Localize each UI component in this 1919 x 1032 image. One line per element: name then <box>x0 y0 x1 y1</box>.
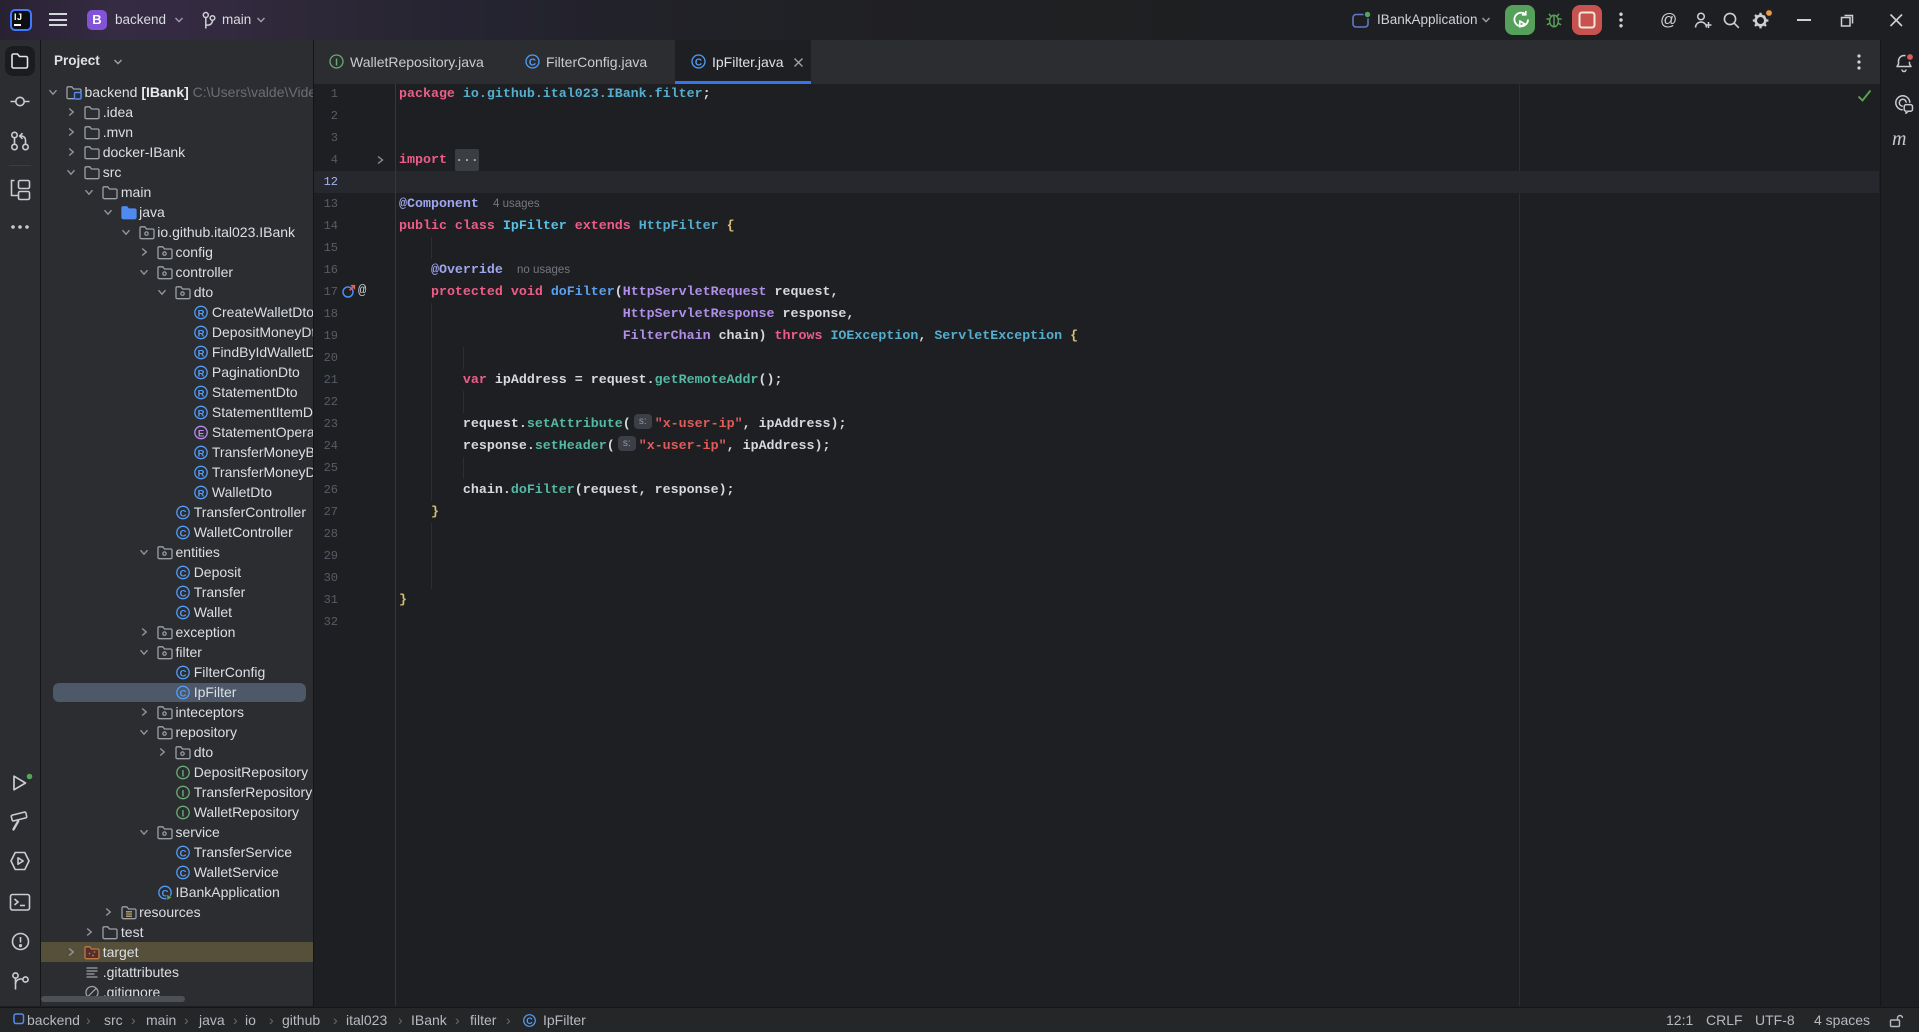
svg-text:C: C <box>180 688 187 699</box>
svg-text:I: I <box>335 57 338 68</box>
svg-text:R: R <box>198 348 205 359</box>
svg-text:C: C <box>180 668 187 679</box>
svg-text:R: R <box>198 388 205 399</box>
svg-text:I: I <box>182 768 185 779</box>
svg-text:E: E <box>198 428 204 439</box>
svg-text:C: C <box>695 57 702 68</box>
svg-text:C: C <box>529 57 536 68</box>
svg-text:C: C <box>180 868 187 879</box>
svg-text:R: R <box>198 308 205 319</box>
svg-text:C: C <box>180 568 187 579</box>
svg-text:R: R <box>198 448 205 459</box>
svg-text:C: C <box>180 608 187 619</box>
svg-text:R: R <box>198 408 205 419</box>
svg-text:C: C <box>180 848 187 859</box>
svg-text:R: R <box>198 328 205 339</box>
svg-text:R: R <box>198 468 205 479</box>
svg-text:R: R <box>198 368 205 379</box>
svg-text:R: R <box>198 488 205 499</box>
svg-text:C: C <box>180 528 187 539</box>
svg-text:C: C <box>180 508 187 519</box>
svg-text:I: I <box>182 788 185 799</box>
svg-text:C: C <box>526 1016 533 1026</box>
svg-text:I: I <box>182 808 185 819</box>
svg-text:C: C <box>180 588 187 599</box>
